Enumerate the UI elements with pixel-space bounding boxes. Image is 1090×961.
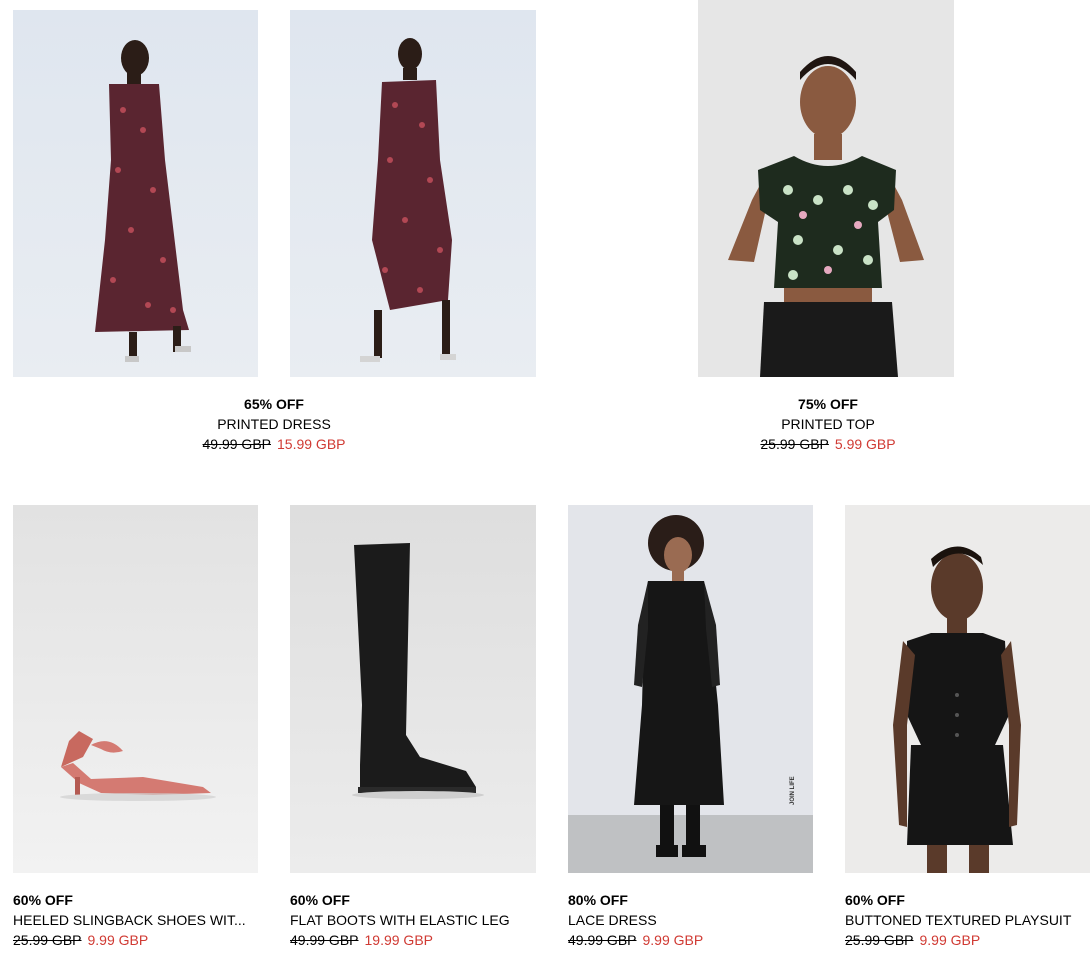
discount-label: 60% OFF [13,892,73,908]
product-info-buttoned-textured-playsuit: 60% OFF BUTTONED TEXTURED PLAYSUIT 25.99… [845,890,1090,950]
product-info-flat-boots: 60% OFF FLAT BOOTS WITH ELASTIC LEG 49.9… [290,890,536,950]
product-name[interactable]: LACE DRESS [568,910,813,930]
original-price: 25.99 GBP [845,932,914,948]
product-name[interactable]: FLAT BOOTS WITH ELASTIC LEG [290,910,536,930]
sale-price: 19.99 GBP [364,932,434,948]
price-row: 49.99 GBP 19.99 GBP [290,930,536,950]
price-row: 49.99 GBP 9.99 GBP [568,930,813,950]
product-info-lace-dress: 80% OFF LACE DRESS 49.99 GBP 9.99 GBP [568,890,813,950]
sale-price: 9.99 GBP [642,932,704,948]
original-price: 49.99 GBP [290,932,359,948]
product-info-printed-dress: 65% OFF PRINTED DRESS 49.99 GBP 15.99 GBP [170,394,378,454]
discount-label: 65% OFF [244,396,304,412]
product-name[interactable]: HEELED SLINGBACK SHOES WIT... [13,910,258,930]
product-name[interactable]: PRINTED TOP [724,414,932,434]
original-price: 25.99 GBP [13,932,82,948]
product-name[interactable]: BUTTONED TEXTURED PLAYSUIT [845,910,1090,930]
product-image-printed-top[interactable] [698,0,954,377]
sale-price: 9.99 GBP [919,932,981,948]
sale-price: 9.99 GBP [87,932,149,948]
product-image-lace-dress[interactable]: JOIN LIFE [568,505,813,873]
price-row: 25.99 GBP 9.99 GBP [845,930,1090,950]
discount-label: 60% OFF [845,892,905,908]
product-info-heeled-slingback-shoes: 60% OFF HEELED SLINGBACK SHOES WIT... 25… [13,890,258,950]
original-price: 49.99 GBP [202,436,272,452]
product-image-printed-dress-back[interactable] [13,10,258,377]
original-price: 25.99 GBP [760,436,829,452]
product-image-printed-dress-front[interactable] [290,10,536,377]
discount-label: 80% OFF [568,892,628,908]
product-info-printed-top: 75% OFF PRINTED TOP 25.99 GBP 5.99 GBP [724,394,932,454]
sale-price: 15.99 GBP [277,436,346,452]
product-image-heeled-slingback-shoes[interactable] [13,505,258,873]
product-image-buttoned-textured-playsuit[interactable] [845,505,1090,873]
original-price: 49.99 GBP [568,932,637,948]
vertical-brand-text: JOIN LIFE [790,776,796,805]
price-row: 49.99 GBP 15.99 GBP [170,434,378,454]
discount-label: 60% OFF [290,892,350,908]
product-image-flat-boots[interactable] [290,505,536,873]
product-name[interactable]: PRINTED DRESS [170,414,378,434]
discount-label: 75% OFF [798,396,858,412]
sale-price: 5.99 GBP [834,436,896,452]
price-row: 25.99 GBP 5.99 GBP [724,434,932,454]
price-row: 25.99 GBP 9.99 GBP [13,930,258,950]
